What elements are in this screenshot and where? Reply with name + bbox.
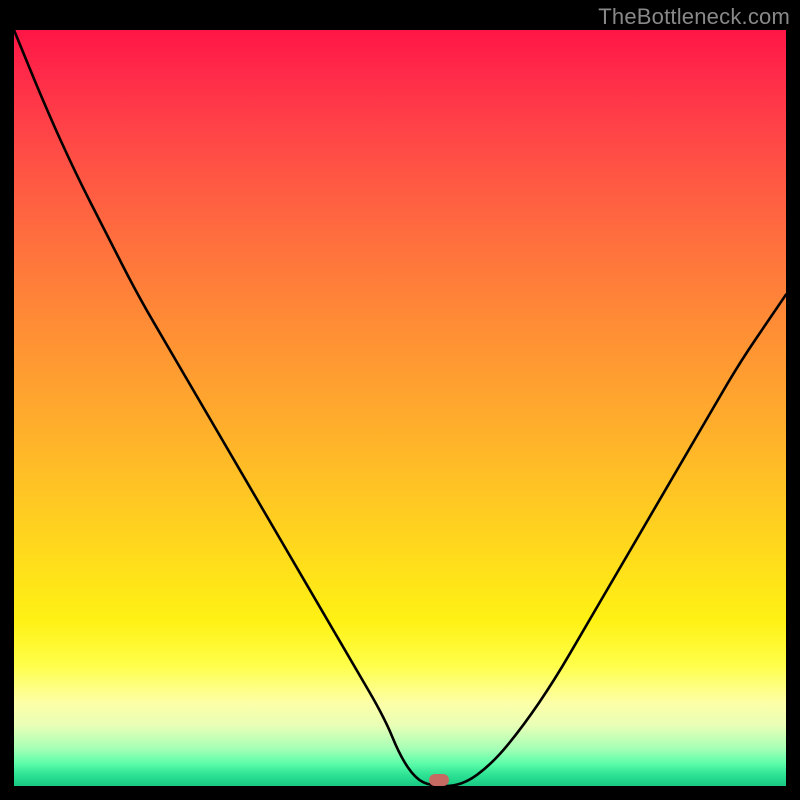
plot-area [14, 30, 786, 786]
attribution-text: TheBottleneck.com [598, 4, 790, 30]
bottleneck-curve [14, 30, 786, 786]
optimum-marker [429, 774, 449, 786]
chart-frame: TheBottleneck.com [0, 0, 800, 800]
